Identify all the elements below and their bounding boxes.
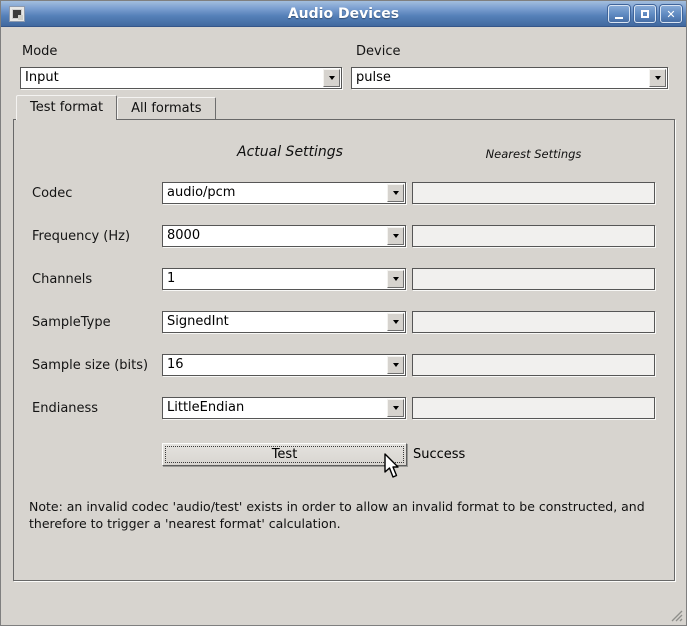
frequency-dropdown-arrow-button[interactable] [387, 227, 404, 245]
channels-dropdown-arrow-button[interactable] [387, 270, 404, 288]
endianess-combobox-value: LittleEndian [163, 398, 386, 418]
channels-combobox[interactable]: 1 [162, 268, 406, 290]
resize-grip-icon[interactable] [668, 607, 683, 622]
chevron-down-icon [393, 234, 399, 238]
mode-combobox[interactable]: Input [20, 67, 342, 89]
device-label: Device [356, 44, 400, 59]
audio-devices-window: Audio Devices ✕ Mode Input Device pulse [0, 0, 687, 626]
test-button-label: Test [272, 447, 298, 462]
samplesize-combobox-value: 16 [163, 355, 386, 375]
nearest-samplesize-field [412, 354, 655, 376]
tab-all-formats[interactable]: All formats [117, 97, 215, 119]
test-format-panel: Actual Settings Nearest Settings Codec a… [13, 119, 675, 581]
codec-dropdown-arrow-button[interactable] [387, 184, 404, 202]
device-combobox[interactable]: pulse [351, 67, 668, 89]
mode-label: Mode [22, 44, 57, 59]
sampletype-dropdown-arrow-button[interactable] [387, 313, 404, 331]
minimize-button[interactable] [608, 5, 630, 23]
samplesize-label: Sample size (bits) [32, 358, 148, 373]
status-text: Success [413, 447, 465, 462]
app-window-icon-fold [18, 15, 23, 20]
tab-test-format[interactable]: Test format [16, 95, 117, 120]
codec-label: Codec [32, 186, 72, 201]
chevron-down-icon [393, 363, 399, 367]
mouse-cursor-icon [384, 453, 403, 484]
frequency-label: Frequency (Hz) [32, 229, 130, 244]
app-window-icon [9, 6, 25, 22]
chevron-down-icon [393, 277, 399, 281]
chevron-down-icon [655, 76, 661, 80]
close-icon: ✕ [666, 9, 675, 20]
device-combobox-value: pulse [352, 68, 648, 88]
nearest-sampletype-field [412, 311, 655, 333]
device-dropdown-arrow-button[interactable] [649, 69, 666, 87]
codec-combobox-value: audio/pcm [163, 183, 386, 203]
channels-label: Channels [32, 272, 92, 287]
nearest-settings-header: Nearest Settings [412, 147, 655, 161]
frequency-combobox[interactable]: 8000 [162, 225, 406, 247]
endianess-label: Endianess [32, 401, 98, 416]
endianess-combobox[interactable]: LittleEndian [162, 397, 406, 419]
channels-combobox-value: 1 [163, 269, 386, 289]
nearest-frequency-field [412, 225, 655, 247]
note-text: Note: an invalid codec 'audio/test' exis… [29, 498, 661, 532]
frequency-combobox-value: 8000 [163, 226, 386, 246]
samplesize-combobox[interactable]: 16 [162, 354, 406, 376]
mode-dropdown-arrow-button[interactable] [323, 69, 340, 87]
test-button[interactable]: Test [162, 443, 407, 466]
window-title: Audio Devices [1, 6, 686, 22]
close-button[interactable]: ✕ [660, 5, 682, 23]
maximize-icon [641, 10, 649, 18]
tab-bar: Test format All formats [16, 96, 216, 120]
sampletype-label: SampleType [32, 315, 111, 330]
sampletype-combobox-value: SignedInt [163, 312, 386, 332]
maximize-button[interactable] [634, 5, 656, 23]
nearest-codec-field [412, 182, 655, 204]
minimize-icon [615, 17, 623, 19]
chevron-down-icon [393, 320, 399, 324]
endianess-dropdown-arrow-button[interactable] [387, 399, 404, 417]
nearest-endianess-field [412, 397, 655, 419]
sampletype-combobox[interactable]: SignedInt [162, 311, 406, 333]
chevron-down-icon [329, 76, 335, 80]
titlebar[interactable]: Audio Devices ✕ [1, 1, 686, 27]
actual-settings-header: Actual Settings [162, 144, 418, 160]
mode-combobox-value: Input [21, 68, 322, 88]
chevron-down-icon [393, 406, 399, 410]
nearest-channels-field [412, 268, 655, 290]
chevron-down-icon [393, 191, 399, 195]
samplesize-dropdown-arrow-button[interactable] [387, 356, 404, 374]
codec-combobox[interactable]: audio/pcm [162, 182, 406, 204]
